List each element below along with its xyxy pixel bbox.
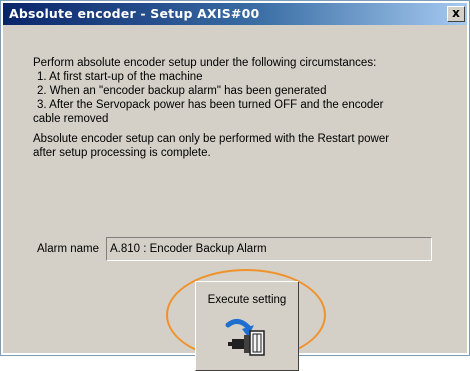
close-button[interactable]: x [447,6,465,22]
description-item-3-continued: cable removed [33,113,109,125]
alarm-name-field: A.810 : Encoder Backup Alarm [106,237,432,261]
description-note-line-2: after setup processing is complete. [33,147,211,159]
dialog-body: Perform absolute encoder setup under the… [3,25,467,371]
window-title: Absolute encoder - Setup AXIS#00 [9,6,260,21]
execute-setting-label: Execute setting [207,294,287,306]
absolute-encoder-setup-dialog: Absolute encoder - Setup AXIS#00 x Perfo… [0,0,470,371]
alarm-name-label: Alarm name [37,243,99,255]
description-intro: Perform absolute encoder setup under the… [33,57,377,69]
title-bar[interactable]: Absolute encoder - Setup AXIS#00 x [3,3,467,25]
description-note-line-1: Absolute encoder setup can only be perfo… [33,133,390,145]
description-item-2: 2. When an "encoder backup alarm" has be… [37,85,327,97]
encoder-setup-icon [225,319,265,356]
alarm-name-value: A.810 : Encoder Backup Alarm [110,243,267,255]
description-item-1: 1. At first start-up of the machine [37,71,203,83]
setup-description: Perform absolute encoder setup under the… [33,56,463,160]
description-item-3: 3. After the Servopack power has been tu… [37,99,384,111]
close-icon: x [452,6,460,20]
execute-setting-button[interactable]: Execute setting [195,281,299,371]
